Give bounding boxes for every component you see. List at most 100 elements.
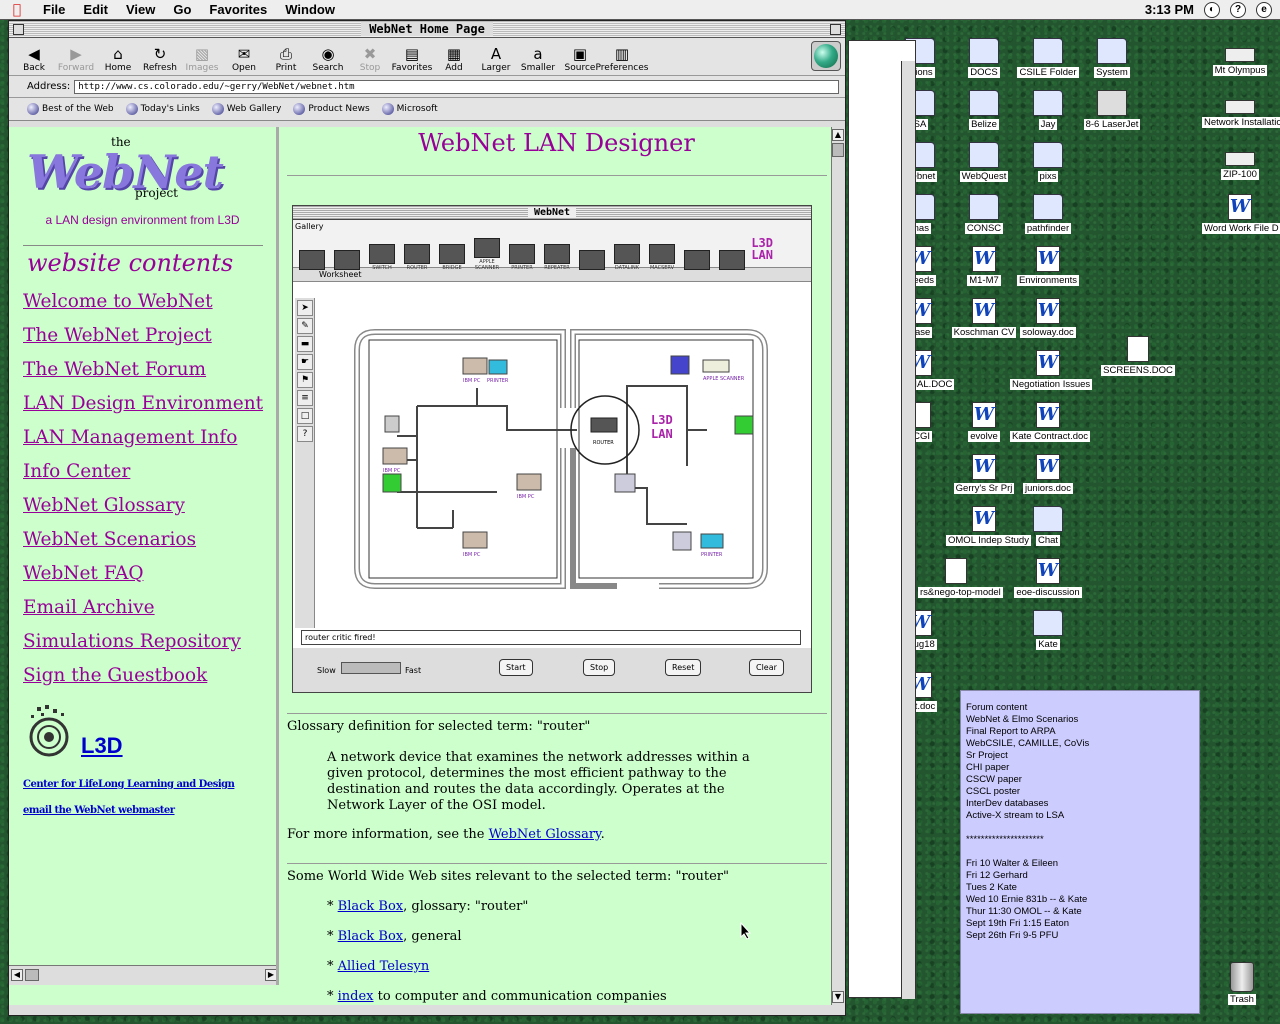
cable-tool-icon[interactable]: ≡: [297, 390, 313, 406]
hand-tool-icon[interactable]: ☛: [297, 354, 313, 370]
desktop-icon[interactable]: rs&nego-top-model: [918, 558, 1003, 598]
browser-app-icon[interactable]: e: [1256, 1, 1272, 18]
favorite-link[interactable]: Web Gallery: [211, 103, 281, 115]
favorite-link[interactable]: Microsoft: [381, 103, 438, 115]
gallery-device[interactable]: SWITCH: [367, 244, 397, 271]
nav-link[interactable]: Email Archive: [23, 597, 155, 618]
desktop-icon[interactable]: W Environments: [1010, 246, 1086, 286]
toolbar-button-refresh[interactable]: ↻ Refresh: [139, 45, 181, 73]
desktop-icon[interactable]: Weoe-discussion: [1010, 558, 1086, 598]
scroll-up-icon[interactable]: ▲: [832, 129, 844, 141]
desktop-icon[interactable]: ZIP-100: [1202, 142, 1278, 180]
reset-button[interactable]: Reset: [665, 659, 702, 676]
center-link[interactable]: Center for LifeLong Learning and Design: [23, 779, 235, 790]
gallery-device[interactable]: [717, 250, 747, 271]
nav-link[interactable]: Info Center: [23, 461, 130, 482]
favorite-link[interactable]: Product News: [293, 103, 370, 115]
favorite-link[interactable]: Best of the Web: [27, 103, 114, 115]
app-switcher-icon[interactable]: ◐: [1204, 1, 1220, 18]
toolbar-button-back[interactable]: ◀ Back: [13, 45, 55, 73]
speed-slider[interactable]: [341, 662, 401, 674]
gallery-device[interactable]: APPLE SCANNER: [472, 238, 502, 271]
toolbar-button-favorites[interactable]: ▤ Favorites: [391, 45, 433, 73]
address-input[interactable]: http://www.cs.colorado.edu/~gerry/WebNet…: [74, 79, 839, 94]
help-icon[interactable]: ?: [1230, 1, 1246, 18]
desktop-icon[interactable]: SCREENS.DOC: [1100, 336, 1176, 376]
box-tool-icon[interactable]: □: [297, 408, 313, 424]
nav-link[interactable]: The WebNet Project: [23, 325, 212, 346]
nav-link[interactable]: WebNet Scenarios: [23, 529, 196, 550]
finder-scrollbar[interactable]: [901, 61, 915, 999]
trash-can[interactable]: Trash: [1222, 962, 1262, 1005]
gallery-device[interactable]: [332, 250, 362, 271]
desktop-icon[interactable]: Network Installation: [1202, 90, 1280, 128]
site-link[interactable]: index: [338, 989, 374, 1004]
scroll-down-icon[interactable]: ▼: [832, 991, 844, 1003]
gallery-device[interactable]: MACSERV: [647, 244, 677, 271]
desktop-icon[interactable]: W Kate Contract.doc: [1010, 402, 1091, 442]
pencil-tool-icon[interactable]: ✎: [297, 318, 313, 334]
glossary-link[interactable]: WebNet Glossary: [489, 827, 601, 842]
apple-menu-icon[interactable]: : [0, 2, 34, 18]
main-vertical-scrollbar[interactable]: ▲ ▼: [831, 127, 845, 1005]
eraser-tool-icon[interactable]: ▬: [297, 336, 313, 352]
nav-link[interactable]: LAN Design Environment: [23, 393, 263, 414]
nav-link[interactable]: LAN Management Info: [23, 427, 237, 448]
desktop-icon[interactable]: pathfinder: [1010, 194, 1086, 234]
gallery-device[interactable]: [682, 250, 712, 271]
toolbar-button-search[interactable]: ◉ Search: [307, 45, 349, 73]
desktop-icon[interactable]: 8-6 LaserJet: [1074, 90, 1150, 130]
scroll-thumb[interactable]: [832, 143, 844, 157]
desktop-icon[interactable]: System: [1074, 38, 1150, 78]
desktop-icon[interactable]: Mt Olympus: [1202, 38, 1278, 76]
gallery-device[interactable]: PRINTER: [507, 244, 537, 271]
nav-link[interactable]: Sign the Guestbook: [23, 665, 207, 686]
start-button[interactable]: Start: [499, 659, 533, 676]
toolbar-button-preferences[interactable]: ▥ Preferences: [596, 45, 649, 73]
toolbar-button-open[interactable]: ✉ Open: [223, 45, 265, 73]
desktop-icon[interactable]: W Negotiation Issues: [1010, 350, 1093, 390]
l3d-logo-icon[interactable]: [23, 703, 75, 763]
nav-link[interactable]: WebNet FAQ: [23, 563, 144, 584]
favorite-link[interactable]: Today's Links: [125, 103, 200, 115]
toolbar-button-print[interactable]: ⎙ Print: [265, 45, 307, 73]
site-link[interactable]: Black Box: [338, 899, 403, 914]
email-webmaster-link[interactable]: email the WebNet webmaster: [23, 805, 175, 816]
gallery-device[interactable]: BRIDGE: [437, 244, 467, 271]
gallery-device[interactable]: [297, 250, 327, 271]
toolbar-button-home[interactable]: ⌂ Home: [97, 45, 139, 73]
sticky-note[interactable]: Forum content WebNet & Elmo Scenarios Fina…: [960, 690, 1200, 1014]
network-diagram[interactable]: ROUTER L3D LAN IBM PC PRINTER IBM PC IBM…: [317, 298, 811, 628]
menu-favorites[interactable]: Favorites: [200, 2, 276, 17]
nav-link[interactable]: The WebNet Forum: [23, 359, 206, 380]
gallery-device[interactable]: REPEATER: [542, 244, 572, 271]
arrow-tool-icon[interactable]: ➤: [297, 300, 313, 316]
window-titlebar[interactable]: WebNet Home Page: [9, 21, 845, 38]
menu-window[interactable]: Window: [276, 2, 344, 17]
flag-tool-icon[interactable]: ⚑: [297, 372, 313, 388]
menu-edit[interactable]: Edit: [74, 2, 117, 17]
desktop-icon[interactable]: Wsoloway.doc: [1010, 298, 1086, 338]
clock[interactable]: 3:13 PM: [1145, 2, 1194, 17]
gallery-device[interactable]: [577, 250, 607, 271]
clear-button[interactable]: Clear: [749, 659, 784, 676]
site-link[interactable]: Black Box: [338, 929, 403, 944]
l3d-link[interactable]: L3D: [81, 733, 123, 759]
desktop-icon[interactable]: Wjuniors.doc: [1010, 454, 1086, 494]
desktop-icon[interactable]: Kate: [1010, 610, 1086, 650]
menu-view[interactable]: View: [117, 2, 164, 17]
toolbar-button-larger[interactable]: A Larger: [475, 45, 517, 73]
gallery-device[interactable]: DATALINK: [612, 244, 642, 271]
close-box-icon[interactable]: [13, 24, 24, 35]
desktop-icon[interactable]: Chat: [1010, 506, 1086, 546]
menu-go[interactable]: Go: [164, 2, 200, 17]
toolbar-button-add[interactable]: ▦ Add: [433, 45, 475, 73]
toolbar-button-forward[interactable]: ▶ Forward: [55, 45, 97, 73]
scroll-right-icon[interactable]: ▶: [265, 969, 276, 981]
help-tool-icon[interactable]: ?: [297, 426, 313, 442]
desktop-icon[interactable]: W Word Work File D 15: [1202, 194, 1280, 234]
nav-link[interactable]: Welcome to WebNet: [23, 291, 213, 312]
nav-link[interactable]: WebNet Glossary: [23, 495, 185, 516]
left-horizontal-scrollbar[interactable]: ◀ ▶: [9, 965, 276, 985]
throbber-globe-icon[interactable]: [811, 41, 841, 71]
